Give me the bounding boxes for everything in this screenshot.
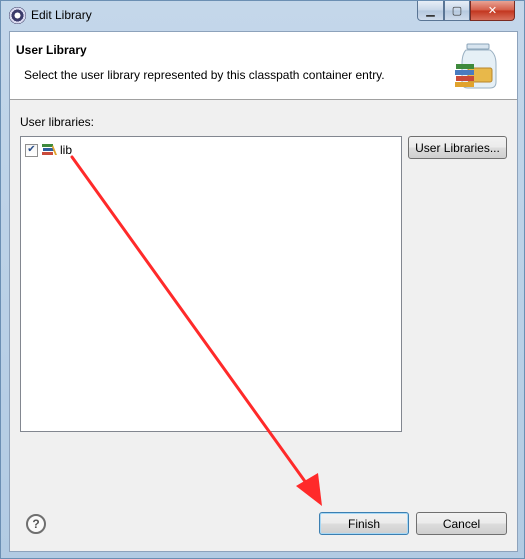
minimize-button[interactable]: ▁ [417,1,444,21]
library-jar-icon [455,43,497,89]
dialog-body: User Library Select the user library rep… [9,31,518,552]
close-button[interactable]: ✕ [470,1,515,21]
help-icon[interactable]: ? [26,514,46,534]
page-title: User Library [16,43,87,57]
lib-checkbox[interactable]: ✔ [25,143,38,157]
maximize-button[interactable]: ▢ [444,1,470,21]
eclipse-icon [9,7,26,24]
user-libraries-button[interactable]: User Libraries... [408,136,507,159]
list-item[interactable]: ✔ lib [25,142,72,158]
user-libraries-list[interactable]: ✔ lib [20,136,402,432]
finish-button[interactable]: Finish [319,512,409,535]
library-name: lib [60,143,73,157]
maximize-icon: ▢ [451,4,463,17]
window-title: Edit Library [31,8,92,22]
close-icon: ✕ [487,4,498,17]
user-libraries-label: User libraries: [20,115,95,129]
library-icon [42,144,57,155]
cancel-button[interactable]: Cancel [416,512,507,535]
page-description: Select the user library represented by t… [24,68,385,82]
wizard-header: User Library Select the user library rep… [10,32,517,100]
dialog-window: Edit Library ▁ ▢ ✕ User Library Select t… [0,0,525,559]
title-bar[interactable]: Edit Library ▁ ▢ ✕ [1,1,524,31]
minimize-icon: ▁ [426,4,435,17]
